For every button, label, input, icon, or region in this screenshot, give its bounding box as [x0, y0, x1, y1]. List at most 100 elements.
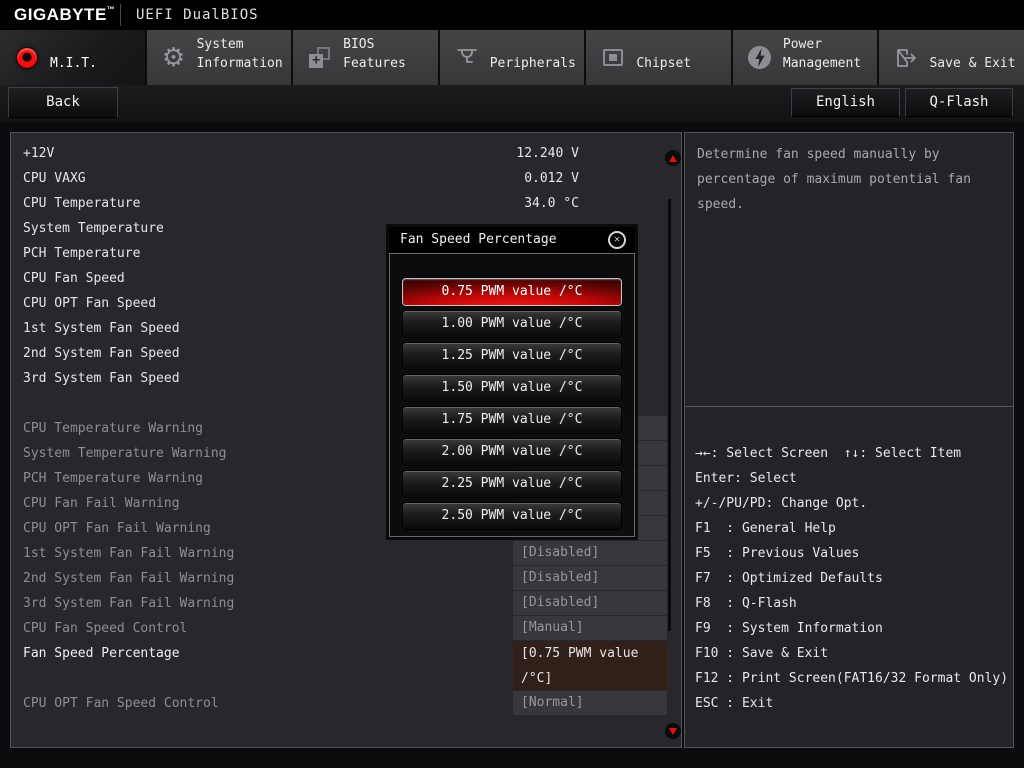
sensor-row: CPU Temperature 34.0 °C	[11, 191, 681, 216]
setting-label: CPU Fan Speed Control	[23, 621, 188, 636]
setting-row[interactable]: 1st System Fan Fail Warning [Disabled]	[11, 541, 681, 566]
shortcut-line: F12 : Print Screen(FAT16/32 Format Only)	[695, 671, 1009, 686]
setting-label: CPU Temperature Warning	[23, 421, 204, 436]
dialog-titlebar: Fan Speed Percentage ✕	[389, 227, 635, 253]
mit-dial-icon	[13, 44, 41, 72]
bios-features-icon	[306, 44, 334, 72]
option-item[interactable]: 2.00 PWM value /°C	[403, 439, 621, 465]
setting-value[interactable]: [Disabled]	[513, 591, 667, 615]
option-item[interactable]: 1.00 PWM value /°C	[403, 311, 621, 337]
sensor-label: 2nd System Fan Speed	[23, 346, 180, 361]
key-shortcuts-panel: →←: Select Screen ↑↓: Select Item Enter:…	[685, 406, 1013, 747]
option-item[interactable]: 1.25 PWM value /°C	[403, 343, 621, 369]
dialog-options-list: 0.75 PWM value /°C 1.00 PWM value /°C 1.…	[389, 253, 635, 537]
option-item[interactable]: 0.75 PWM value /°C	[403, 279, 621, 305]
toolbar: Back English Q-Flash	[0, 85, 1024, 122]
tab-mit[interactable]: M.I.T.	[0, 30, 147, 85]
setting-value[interactable]: [Disabled]	[513, 566, 667, 590]
setting-value[interactable]: [0.75 PWM value/°C]	[513, 641, 667, 690]
setting-value[interactable]: [Manual]	[513, 616, 667, 640]
sensor-value: 34.0 °C	[524, 196, 579, 211]
tab-label: Peripherals	[489, 55, 576, 71]
trademark: ™	[106, 5, 116, 14]
titlebar-divider	[120, 4, 121, 26]
fan-speed-percentage-dialog: Fan Speed Percentage ✕ 0.75 PWM value /°…	[389, 227, 635, 537]
setting-row[interactable]: 3rd System Fan Fail Warning [Disabled]	[11, 591, 681, 616]
sensor-label: CPU OPT Fan Speed	[23, 296, 157, 311]
setting-value[interactable]: [Normal]	[513, 691, 667, 715]
setting-row[interactable]: CPU Fan Speed Control [Manual]	[11, 616, 681, 641]
help-panel: Determine fan speed manually by percenta…	[684, 132, 1014, 748]
tab-label: BIOS	[343, 36, 375, 52]
tab-label: M.I.T.	[50, 55, 97, 71]
back-button[interactable]: Back	[8, 87, 118, 118]
shortcut-line: F7 : Optimized Defaults	[695, 571, 883, 586]
setting-value[interactable]: [Disabled]	[513, 541, 667, 565]
item-help-text: Determine fan speed manually by percenta…	[697, 147, 971, 212]
setting-label: CPU OPT Fan Speed Control	[23, 696, 219, 711]
shortcut-line: +/-/PU/PD: Change Opt.	[695, 496, 868, 511]
tab-system-information[interactable]: ⚙ System Information	[146, 30, 294, 85]
title-bar: GIGABYTE™ UEFI DualBIOS	[0, 0, 1024, 30]
setting-label: 3rd System Fan Fail Warning	[23, 596, 235, 611]
lightning-icon	[746, 44, 774, 72]
setting-label: 2nd System Fan Fail Warning	[23, 571, 235, 586]
setting-row[interactable]: 2nd System Fan Fail Warning [Disabled]	[11, 566, 681, 591]
sensor-row: CPU VAXG 0.012 V	[11, 166, 681, 191]
sensor-label: System Temperature	[23, 221, 164, 236]
shortcut-line: F8 : Q-Flash	[695, 596, 797, 611]
scroll-up-arrow-icon	[669, 154, 677, 162]
option-item[interactable]: 1.50 PWM value /°C	[403, 375, 621, 401]
option-item[interactable]: 2.50 PWM value /°C	[403, 503, 621, 529]
gigabyte-logo: GIGABYTE™	[14, 5, 116, 24]
tab-power-management[interactable]: Power Management	[732, 30, 880, 85]
shortcut-line: Enter: Select	[695, 471, 797, 486]
scroll-down-arrow-icon	[669, 727, 677, 735]
sensor-value: 12.240 V	[516, 146, 579, 161]
gear-icon: ⚙	[161, 42, 186, 73]
tab-label: Power	[782, 36, 823, 52]
setting-row[interactable]: CPU OPT Fan Speed Control [Normal]	[11, 691, 681, 716]
scrollbar-track[interactable]	[668, 199, 671, 631]
tab-label: System	[196, 36, 244, 52]
sensor-label: 3rd System Fan Speed	[23, 371, 180, 386]
sensor-row: +12V 12.240 V	[11, 141, 681, 166]
tab-bios-features[interactable]: BIOSFeatures	[293, 30, 440, 85]
dialog-title: Fan Speed Percentage	[400, 232, 557, 247]
tab-save-exit[interactable]: Save & Exit	[879, 30, 1024, 85]
sensor-label: 1st System Fan Speed	[23, 321, 180, 336]
chipset-icon	[599, 44, 627, 72]
shortcut-line: F10 : Save & Exit	[695, 646, 829, 661]
qflash-button[interactable]: Q-Flash	[905, 88, 1013, 117]
uefi-bios-screen: { "titlebar": { "brand": "GIGABYTE", "tr…	[0, 0, 1024, 768]
setting-label: 1st System Fan Fail Warning	[23, 546, 235, 561]
option-item[interactable]: 2.25 PWM value /°C	[403, 471, 621, 497]
sensor-label: CPU Fan Speed	[23, 271, 125, 286]
product-name: UEFI DualBIOS	[136, 7, 259, 23]
option-item[interactable]: 1.75 PWM value /°C	[403, 407, 621, 433]
shortcut-line: F1 : General Help	[695, 521, 836, 536]
scroll-up-button[interactable]	[665, 150, 681, 166]
setting-row-selected[interactable]: Fan Speed Percentage [0.75 PWM value/°C]	[11, 641, 681, 690]
shortcut-line: F9 : System Information	[695, 621, 883, 636]
tab-chipset[interactable]: Chipset	[586, 30, 733, 85]
shortcut-line: →←: Select Screen ↑↓: Select Item	[695, 446, 962, 461]
setting-label: System Temperature Warning	[23, 446, 227, 461]
exit-door-icon	[892, 44, 920, 72]
close-icon[interactable]: ✕	[608, 231, 626, 249]
scroll-down-button[interactable]	[665, 723, 681, 739]
peripherals-icon	[453, 44, 481, 72]
main-menu-tabbar: M.I.T. ⚙ SystemInformation BIOSFeatures …	[0, 30, 1024, 85]
setting-label: CPU OPT Fan Fail Warning	[23, 521, 211, 536]
sensor-label: CPU VAXG	[23, 171, 86, 186]
sensor-label: PCH Temperature	[23, 246, 141, 261]
tab-label: Save & Exit	[929, 55, 1016, 71]
sensor-value: 0.012 V	[524, 171, 579, 186]
shortcut-line: ESC : Exit	[695, 696, 774, 711]
sensor-label: +12V	[23, 146, 55, 161]
tab-peripherals[interactable]: Peripherals	[439, 30, 587, 85]
sensor-label: CPU Temperature	[23, 196, 141, 211]
language-button[interactable]: English	[791, 88, 900, 117]
tab-label: Chipset	[636, 55, 692, 71]
setting-label: CPU Fan Fail Warning	[23, 496, 180, 511]
